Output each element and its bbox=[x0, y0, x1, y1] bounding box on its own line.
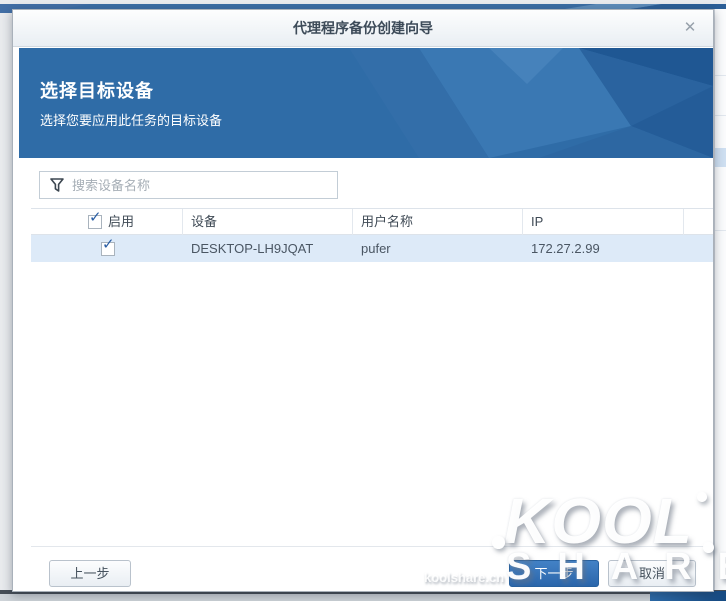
column-header-ip[interactable]: IP bbox=[523, 209, 684, 235]
row-checkbox[interactable]: ✓ bbox=[101, 242, 115, 256]
checkmark-icon: ✓ bbox=[89, 210, 102, 226]
screen: 代理程序备份创建向导 ✕ 选择目标设备 选择您要应用此任务的目标设备 bbox=[0, 0, 726, 601]
wizard-dialog: 代理程序备份创建向导 ✕ 选择目标设备 选择您要应用此任务的目标设备 bbox=[12, 9, 714, 592]
close-icon[interactable]: ✕ bbox=[681, 19, 699, 37]
cell-device-name: DESKTOP-LH9JQAT bbox=[183, 235, 353, 262]
device-search-box bbox=[39, 171, 338, 199]
back-button[interactable]: 上一步 bbox=[49, 560, 131, 587]
cell-enable: ✓ bbox=[31, 235, 183, 262]
select-all-checkbox[interactable]: ✓ bbox=[88, 215, 102, 229]
column-header-enable[interactable]: ✓ 启用 bbox=[31, 209, 183, 235]
column-header-device[interactable]: 设备 bbox=[183, 209, 353, 235]
column-header-user[interactable]: 用户名称 bbox=[353, 209, 523, 235]
bottom-blue-corner bbox=[650, 591, 726, 601]
background-line bbox=[715, 75, 726, 76]
next-button[interactable]: 下一步 bbox=[509, 560, 599, 587]
cancel-button[interactable]: 取消 bbox=[608, 560, 696, 587]
checkmark-icon: ✓ bbox=[102, 237, 115, 253]
step-subtitle: 选择您要应用此任务的目标设备 bbox=[40, 110, 222, 129]
dialog-title: 代理程序备份创建向导 bbox=[13, 10, 713, 47]
column-header-spacer bbox=[684, 209, 713, 235]
column-label: 启用 bbox=[108, 209, 134, 235]
footer-divider bbox=[31, 546, 711, 547]
table-header: ✓ 启用 设备 用户名称 IP bbox=[31, 208, 713, 235]
background-line bbox=[715, 230, 726, 231]
table-row[interactable]: ✓ DESKTOP-LH9JQAT pufer 172.27.2.99 bbox=[31, 235, 713, 262]
search-input[interactable] bbox=[72, 173, 337, 197]
background-line bbox=[715, 115, 726, 116]
banner-text: 选择目标设备 选择您要应用此任务的目标设备 bbox=[40, 77, 222, 129]
dialog-titlebar: 代理程序备份创建向导 ✕ bbox=[13, 10, 713, 47]
cell-ip: 172.27.2.99 bbox=[523, 235, 684, 262]
wizard-banner: 选择目标设备 选择您要应用此任务的目标设备 bbox=[19, 48, 713, 158]
step-title: 选择目标设备 bbox=[40, 77, 222, 103]
device-table: ✓ 启用 设备 用户名称 IP ✓ DESKTOP-LH9JQAT pufer … bbox=[31, 208, 713, 262]
background-highlight-block bbox=[715, 148, 726, 167]
cell-user-name: pufer bbox=[353, 235, 523, 262]
background-page-edge bbox=[714, 9, 726, 592]
desktop-top-strip bbox=[0, 0, 726, 9]
filter-icon bbox=[50, 178, 64, 192]
